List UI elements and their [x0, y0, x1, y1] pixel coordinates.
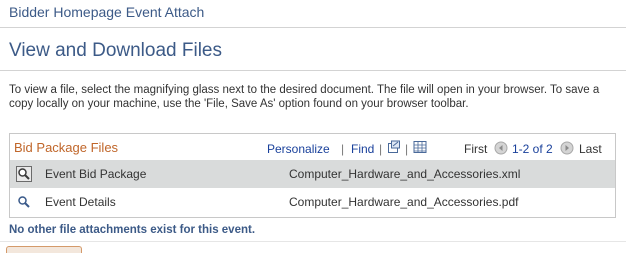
- file-name: Computer_Hardware_and_Accessories.pdf: [289, 195, 519, 209]
- first-label: First: [464, 142, 488, 156]
- page-title: View and Download Files: [9, 40, 222, 61]
- nav-separator: |: [405, 142, 409, 156]
- table-row: Event Details Computer_Hardware_and_Acce…: [10, 188, 615, 216]
- instructions-text: To view a file, select the magnifying gl…: [9, 84, 600, 110]
- file-description: Event Details: [45, 195, 116, 209]
- table-row: Event Bid Package Computer_Hardware_and_…: [10, 160, 615, 188]
- grid-header: Bid Package Files Personalize | Find | |…: [10, 134, 615, 160]
- nav-separator: |: [341, 142, 345, 156]
- nav-separator: |: [379, 142, 383, 156]
- last-label: Last: [579, 142, 602, 156]
- grid-title: Bid Package Files: [14, 140, 119, 155]
- magnifying-glass-icon[interactable]: [16, 166, 32, 182]
- find-link[interactable]: Find: [351, 142, 374, 156]
- view-all-icon[interactable]: [387, 140, 401, 154]
- personalize-link[interactable]: Personalize: [267, 142, 330, 156]
- file-description: Event Bid Package: [45, 167, 147, 181]
- bottom-divider: [0, 241, 626, 242]
- file-name: Computer_Hardware_and_Accessories.xml: [289, 167, 521, 181]
- magnifying-glass-icon[interactable]: [16, 194, 32, 210]
- previous-arrow-icon[interactable]: [494, 141, 508, 155]
- page-header: Bidder Homepage Event Attach: [0, 0, 626, 28]
- download-grid-icon[interactable]: [413, 140, 427, 154]
- no-attachments-note: No other file attachments exist for this…: [9, 224, 256, 236]
- bid-package-files-grid: Bid Package Files Personalize | Find | |…: [9, 133, 616, 218]
- next-arrow-icon[interactable]: [560, 141, 574, 155]
- row-range: 1-2 of 2: [512, 142, 553, 156]
- grid-navigation: Personalize | Find | | First 1-2 of 2 La…: [267, 139, 607, 157]
- title-divider: [0, 70, 626, 71]
- page-header-title: Bidder Homepage Event Attach: [9, 4, 205, 20]
